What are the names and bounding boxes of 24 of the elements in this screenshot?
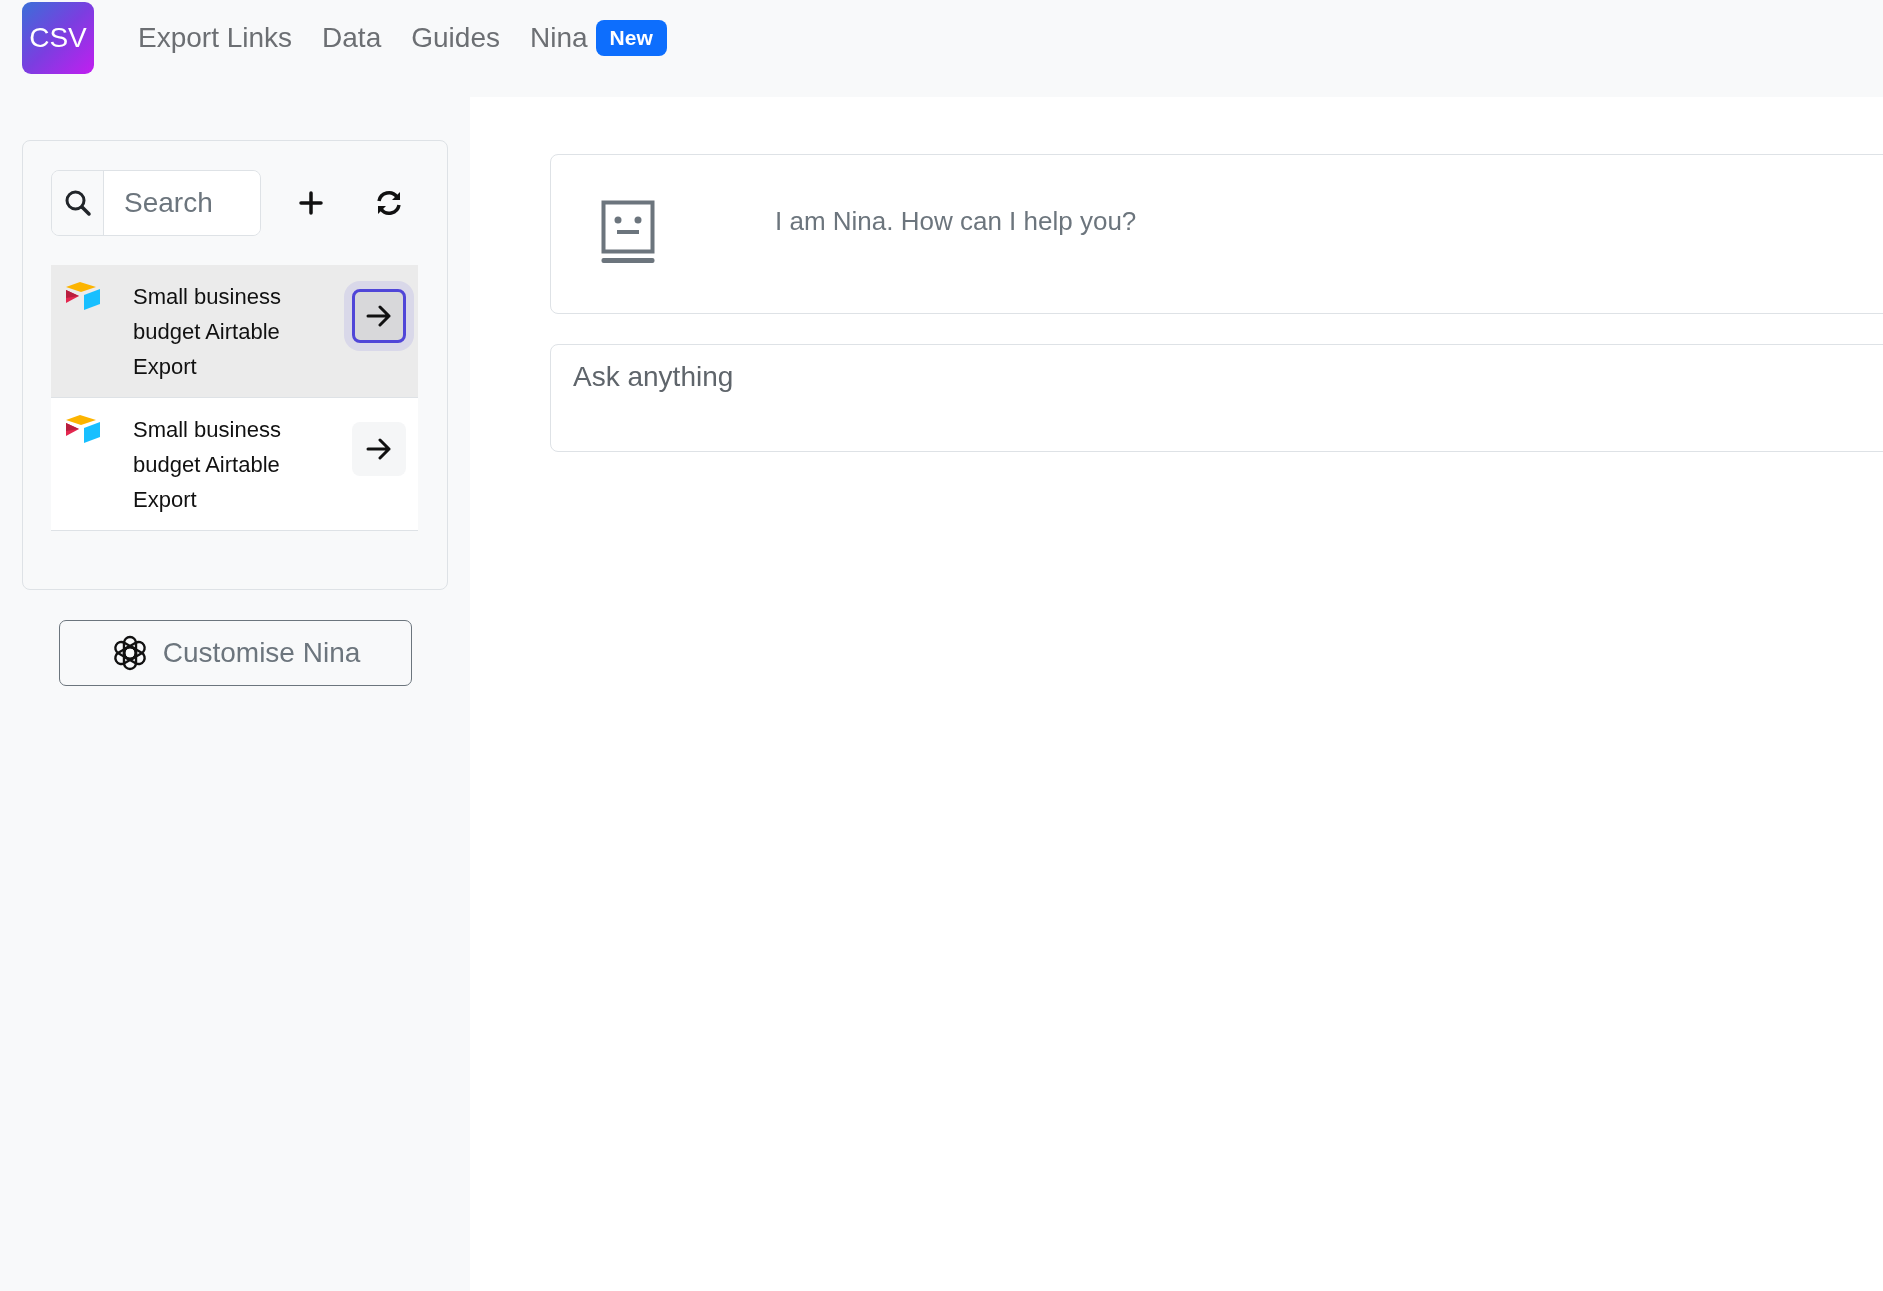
nav-link[interactable]: Export Links: [138, 21, 293, 54]
arrow-right-icon: [366, 305, 392, 327]
export-item[interactable]: Small business budget Airtable Export: [51, 265, 418, 398]
plus-icon: [299, 191, 323, 215]
refresh-icon: [375, 189, 403, 217]
chat-message: I am Nina. How can I help you?: [775, 206, 1137, 237]
new-badge: New: [595, 19, 667, 56]
arrow-right-icon: [366, 438, 392, 460]
ask-input[interactable]: Ask anything: [550, 344, 1883, 452]
export-title: Small business budget Airtable Export: [133, 416, 282, 514]
search-field[interactable]: Search: [51, 170, 261, 236]
nav-link[interactable]: Data: [322, 21, 382, 54]
robot-face-icon: [601, 200, 655, 264]
airtable-icon: [65, 414, 101, 444]
nav-link[interactable]: Nina: [529, 21, 588, 54]
search-icon: [63, 189, 92, 217]
open-button[interactable]: [352, 289, 406, 343]
nav-link[interactable]: Guides: [411, 21, 500, 54]
open-button[interactable]: [352, 422, 406, 476]
customise-button[interactable]: Customise Nina: [59, 620, 412, 686]
export-title: Small business budget Airtable Export: [133, 283, 282, 381]
app-logo[interactable]: CSV: [22, 1, 94, 74]
airtable-icon: [65, 281, 101, 311]
export-item[interactable]: Small business budget Airtable Export: [51, 398, 418, 531]
